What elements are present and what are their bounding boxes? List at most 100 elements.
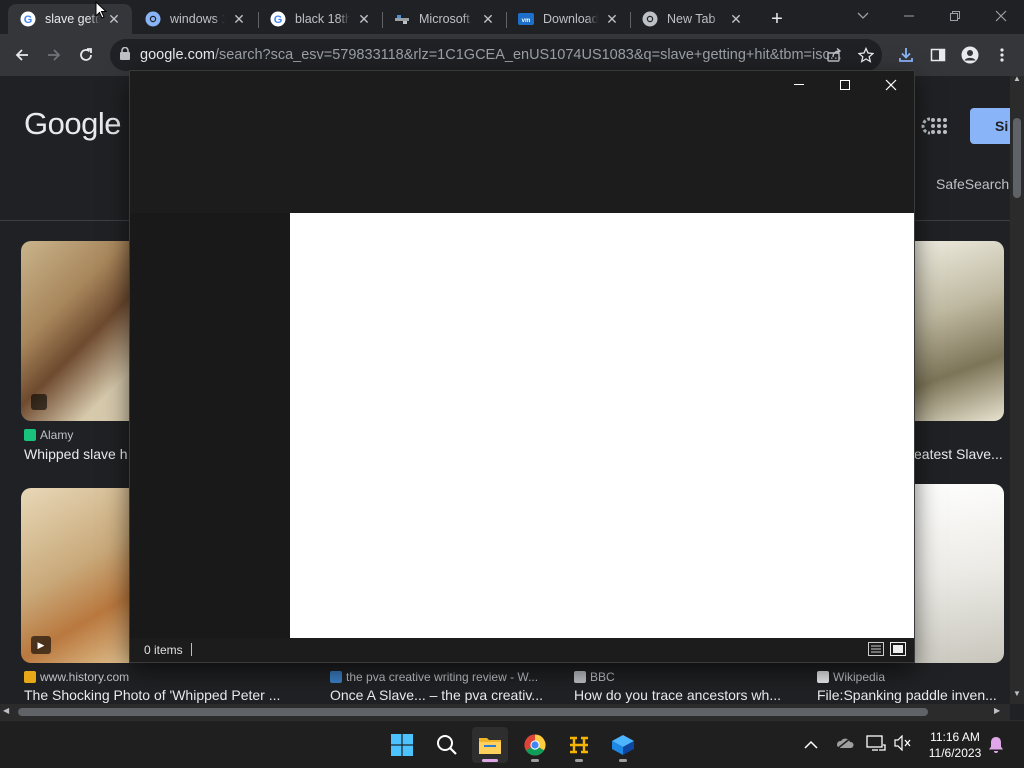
vertical-scroll-thumb[interactable]	[1013, 118, 1021, 198]
result-title[interactable]: How do you trace ancestors wh...	[574, 687, 781, 703]
side-panel-icon[interactable]	[922, 39, 954, 71]
tab-download[interactable]: vm Download ✕	[506, 4, 630, 34]
file-explorer-taskbar-icon[interactable]	[472, 727, 508, 763]
explorer-maximize-icon[interactable]	[822, 71, 868, 99]
tab-search-icon[interactable]	[840, 0, 886, 32]
scroll-up-arrow-icon[interactable]: ▲	[1012, 74, 1022, 84]
google-g-icon: G	[20, 11, 36, 27]
onedrive-cloud-icon[interactable]	[836, 736, 854, 755]
svg-text:G: G	[24, 14, 33, 26]
close-tab-icon[interactable]: ✕	[604, 11, 620, 27]
result-source[interactable]: BBC	[574, 670, 615, 684]
minimize-icon[interactable]	[886, 0, 932, 32]
running-indicator	[619, 759, 627, 762]
close-tab-icon[interactable]: ✕	[480, 11, 496, 27]
pva-favicon-icon	[330, 671, 342, 683]
search-icon[interactable]	[429, 727, 465, 763]
result-image-whipped-peter[interactable]: ▶	[21, 488, 141, 663]
result-title[interactable]: File:Spanking paddle inven...	[817, 687, 997, 703]
explorer-minimize-icon[interactable]	[776, 71, 822, 99]
settings-gear-icon[interactable]	[914, 116, 939, 141]
new-tab-button[interactable]: +	[766, 8, 788, 30]
virtualbox-icon[interactable]	[605, 727, 641, 763]
close-tab-icon[interactable]: ✕	[356, 11, 372, 27]
url-domain: google.com	[140, 47, 215, 63]
horizontal-scroll-thumb[interactable]	[18, 708, 928, 716]
horizontal-scrollbar[interactable]: ◀ ▶	[0, 704, 1010, 720]
status-divider	[191, 643, 192, 656]
bookmark-star-icon[interactable]	[850, 39, 882, 71]
image-badge-icon	[31, 394, 47, 410]
mouse-cursor-icon	[95, 0, 108, 24]
download-icon[interactable]	[890, 39, 922, 71]
active-indicator	[482, 759, 498, 762]
running-indicator	[575, 759, 583, 762]
result-image-whipped-slave[interactable]	[21, 241, 141, 421]
result-source[interactable]: Alamy	[24, 428, 73, 442]
back-arrow-icon[interactable]	[6, 39, 38, 71]
bbc-favicon-icon	[574, 671, 586, 683]
result-source[interactable]: Wikipedia	[817, 670, 885, 684]
tab-microsoft[interactable]: Microsoft ✕	[382, 4, 506, 34]
clock-date: 11/6/2023	[928, 746, 982, 760]
tab-strip: G slave getting hit ✕ windows 11 ✕ G bla…	[0, 0, 1024, 34]
clock-time: 11:16 AM	[930, 730, 980, 744]
explorer-navigation-pane[interactable]	[130, 213, 290, 638]
svg-text:G: G	[274, 14, 283, 26]
profile-avatar-icon[interactable]	[954, 39, 986, 71]
details-view-icon[interactable]	[868, 642, 884, 659]
scroll-down-arrow-icon[interactable]: ▼	[1012, 689, 1022, 699]
vpn-app-icon[interactable]	[561, 727, 597, 763]
result-source[interactable]: www.history.com	[24, 670, 129, 684]
running-indicator	[531, 759, 539, 762]
restore-icon[interactable]	[932, 0, 978, 32]
network-icon[interactable]	[866, 735, 886, 756]
tiles-view-icon[interactable]	[890, 642, 906, 659]
scroll-right-arrow-icon[interactable]: ▶	[994, 706, 1000, 715]
forward-arrow-icon[interactable]	[38, 39, 70, 71]
file-explorer-window[interactable]: 0 items	[130, 71, 914, 662]
tab-windows-11[interactable]: windows 11 ✕	[133, 4, 257, 34]
lock-icon[interactable]	[120, 46, 130, 64]
explorer-close-icon[interactable]	[868, 71, 914, 99]
google-logo[interactable]: Google	[24, 106, 121, 142]
tab-new-tab[interactable]: New Tab ✕	[630, 4, 754, 34]
sign-in-button[interactable]: Si	[970, 108, 1010, 144]
item-count-label: 0 items	[144, 643, 183, 657]
scroll-left-arrow-icon[interactable]: ◀	[3, 706, 9, 715]
menu-kebab-icon[interactable]	[986, 39, 1018, 71]
url-path: /search?sca_esv=579833118&rlz=1C1GCEA_en…	[214, 47, 842, 63]
close-window-icon[interactable]	[978, 0, 1024, 32]
result-title[interactable]: Once A Slave... – the pva creativ...	[330, 687, 543, 703]
taskbar-clock[interactable]: 11:16 AM 11/6/2023	[918, 729, 992, 761]
wikipedia-favicon-icon	[817, 671, 829, 683]
close-tab-icon[interactable]: ✕	[106, 11, 122, 27]
apps-grid-icon[interactable]	[930, 117, 948, 140]
svg-text:vm: vm	[522, 18, 531, 24]
reload-icon[interactable]	[70, 39, 102, 71]
vertical-scrollbar[interactable]: ▲ ▼	[1010, 74, 1024, 704]
safesearch-link[interactable]: SafeSearch	[936, 176, 1009, 192]
close-tab-icon[interactable]: ✕	[728, 11, 744, 27]
address-bar[interactable]: google.com /search?sca_esv=579833118&rlz…	[110, 39, 882, 71]
tab-black-18th[interactable]: G black 18th ✕	[258, 4, 382, 34]
notification-bell-icon[interactable]	[988, 736, 1004, 759]
result-title[interactable]: Whipped slave h	[24, 446, 128, 462]
vmware-icon: vm	[518, 11, 534, 27]
start-windows-icon[interactable]	[384, 727, 420, 763]
result-source[interactable]: the pva creative writing review - W...	[330, 670, 538, 684]
close-tab-icon[interactable]: ✕	[231, 11, 247, 27]
chrome-taskbar-icon[interactable]	[517, 727, 553, 763]
browser-toolbar: google.com /search?sca_esv=579833118&rlz…	[0, 34, 1024, 76]
tab-slave-getting-hit[interactable]: G slave getting hit ✕	[8, 4, 132, 34]
explorer-status-bar: 0 items	[130, 638, 914, 662]
chrome-icon	[145, 11, 161, 27]
alamy-favicon-icon	[24, 429, 36, 441]
result-title[interactable]: The Shocking Photo of 'Whipped Peter ...	[24, 687, 280, 703]
windows-taskbar: 11:16 AM 11/6/2023	[0, 720, 1024, 768]
share-icon[interactable]	[818, 39, 850, 71]
explorer-content-area[interactable]	[290, 213, 914, 638]
result-title[interactable]: eatest Slave...	[914, 446, 1003, 462]
volume-muted-icon[interactable]	[894, 734, 912, 756]
show-hidden-icons-chevron-icon[interactable]	[804, 737, 818, 755]
